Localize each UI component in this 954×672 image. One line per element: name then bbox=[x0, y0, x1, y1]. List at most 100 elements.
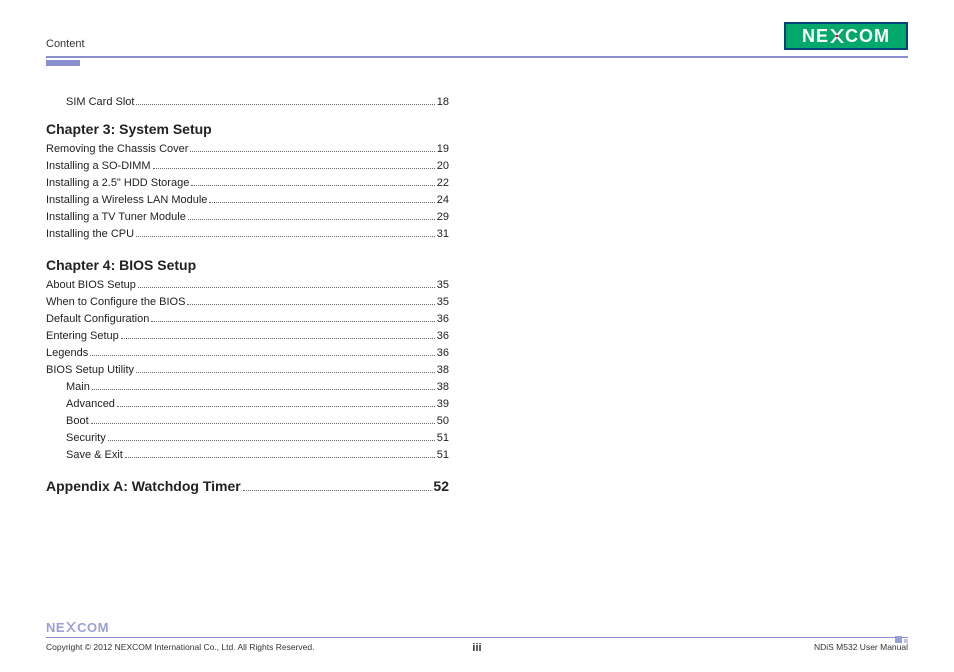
toc-dots bbox=[136, 96, 434, 105]
toc-entry-label: Main bbox=[66, 379, 90, 396]
toc-entry-page: 35 bbox=[437, 294, 449, 311]
toc-entry[interactable]: Advanced 39 bbox=[46, 396, 449, 413]
toc-entry[interactable]: About BIOS Setup 35 bbox=[46, 277, 449, 294]
toc-entry-label: About BIOS Setup bbox=[46, 277, 136, 294]
toc-entry-page: 18 bbox=[437, 94, 449, 111]
accent-bar bbox=[46, 60, 80, 66]
toc-entry[interactable]: Security51 bbox=[46, 430, 449, 447]
toc-entry-page: 20 bbox=[437, 158, 449, 175]
toc-dots bbox=[188, 211, 435, 220]
logo-x-icon bbox=[830, 29, 844, 43]
toc-entry-page: 36 bbox=[437, 345, 449, 362]
toc-entry[interactable]: SIM Card Slot 18 bbox=[46, 94, 449, 111]
toc-dots bbox=[91, 415, 435, 424]
toc-dots bbox=[117, 398, 435, 407]
toc-chapter-heading[interactable]: Chapter 3: System Setup bbox=[46, 121, 449, 137]
toc-dots bbox=[209, 194, 434, 203]
toc-entry-label: Installing the CPU bbox=[46, 226, 134, 243]
toc-dots bbox=[153, 160, 435, 169]
footer-row: Copyright © 2012 NEXCOM International Co… bbox=[46, 642, 908, 652]
toc-entry[interactable]: BIOS Setup Utility 38 bbox=[46, 362, 449, 379]
toc-entry-label: Entering Setup bbox=[46, 328, 119, 345]
toc-entry-label: Legends bbox=[46, 345, 88, 362]
footer-logo-x-icon bbox=[66, 620, 76, 635]
page-footer: NE COM Copyright © 2012 NEXCOM Internati… bbox=[40, 620, 914, 653]
toc-entry[interactable]: Legends 36 bbox=[46, 345, 449, 362]
toc-appendix[interactable]: Appendix A: Watchdog Timer 52 bbox=[46, 478, 449, 494]
logo-left: NE bbox=[802, 26, 829, 47]
toc-entry-page: 31 bbox=[437, 226, 449, 243]
toc-entry-label: When to Configure the BIOS bbox=[46, 294, 185, 311]
toc-entry-page: 39 bbox=[437, 396, 449, 413]
toc-dots bbox=[138, 279, 435, 288]
footer-logo-left: NE bbox=[46, 620, 65, 635]
toc-dots bbox=[108, 432, 435, 441]
header-title: Content bbox=[46, 38, 85, 50]
toc-entry-label: Advanced bbox=[66, 396, 115, 413]
toc-entry-label: Save & Exit bbox=[66, 447, 123, 464]
toc-entry-label: Default Configuration bbox=[46, 311, 149, 328]
toc-entry-label: SIM Card Slot bbox=[66, 94, 134, 111]
toc-dots bbox=[190, 143, 434, 152]
toc-entry-label: Installing a SO-DIMM bbox=[46, 158, 151, 175]
toc-entry[interactable]: Removing the Chassis Cover 19 bbox=[46, 141, 449, 158]
toc-entry-page: 38 bbox=[437, 362, 449, 379]
toc-entry-page: 38 bbox=[437, 379, 449, 396]
toc-entry[interactable]: Installing a 2.5" HDD Storage 22 bbox=[46, 175, 449, 192]
toc-entry[interactable]: Default Configuration 36 bbox=[46, 311, 449, 328]
toc-entry[interactable]: When to Configure the BIOS 35 bbox=[46, 294, 449, 311]
header-rule bbox=[46, 56, 908, 58]
footer-rule bbox=[46, 637, 908, 639]
toc-dots bbox=[136, 228, 435, 237]
toc-entry[interactable]: Save & Exit 51 bbox=[46, 447, 449, 464]
nexcom-logo: NE COM bbox=[784, 22, 908, 50]
toc-entry[interactable]: Entering Setup 36 bbox=[46, 328, 449, 345]
toc-dots bbox=[136, 364, 435, 373]
toc-entry[interactable]: Installing a SO-DIMM 20 bbox=[46, 158, 449, 175]
toc-entry[interactable]: Installing a TV Tuner Module 29 bbox=[46, 209, 449, 226]
footer-doc-title: NDiS M532 User Manual bbox=[814, 642, 908, 652]
toc-entry[interactable]: Main 38 bbox=[46, 379, 449, 396]
toc-entry-page: 19 bbox=[437, 141, 449, 158]
toc-entry-page: 24 bbox=[437, 192, 449, 209]
toc-entry-page: 51 bbox=[437, 430, 449, 447]
footer-logo-right: COM bbox=[77, 620, 109, 635]
footer-copyright: Copyright © 2012 NEXCOM International Co… bbox=[46, 642, 314, 652]
toc-entry-page: 22 bbox=[437, 175, 449, 192]
toc-entry-label: Installing a Wireless LAN Module bbox=[46, 192, 207, 209]
toc-entry-label: Installing a TV Tuner Module bbox=[46, 209, 186, 226]
document-page: Content NE COM SIM Card Slot 18 Chapter 3… bbox=[0, 0, 954, 672]
toc-entry[interactable]: Installing a Wireless LAN Module 24 bbox=[46, 192, 449, 209]
toc-entry-page: 35 bbox=[437, 277, 449, 294]
page-header: Content NE COM bbox=[40, 22, 914, 50]
toc-entry-label: Installing a 2.5" HDD Storage bbox=[46, 175, 189, 192]
footer-logo: NE COM bbox=[46, 620, 908, 635]
toc-entry-page: 29 bbox=[437, 209, 449, 226]
toc-appendix-label: Appendix A: Watchdog Timer bbox=[46, 478, 241, 494]
toc-entry-label: Boot bbox=[66, 413, 89, 430]
toc-entry-page: 51 bbox=[437, 447, 449, 464]
toc-dots bbox=[243, 480, 432, 491]
toc-entry-label: BIOS Setup Utility bbox=[46, 362, 134, 379]
footer-page-number: iii bbox=[472, 642, 481, 654]
toc-column: SIM Card Slot 18 Chapter 3: System Setup R… bbox=[46, 94, 449, 495]
toc-pre-items: SIM Card Slot 18 bbox=[46, 94, 449, 111]
toc-entry-page: 50 bbox=[437, 413, 449, 430]
toc-dots bbox=[121, 330, 435, 339]
toc-chapter-heading[interactable]: Chapter 4: BIOS Setup bbox=[46, 257, 449, 273]
toc-dots bbox=[191, 177, 434, 186]
toc-dots bbox=[92, 381, 435, 390]
toc-entry-page: 36 bbox=[437, 328, 449, 345]
toc-appendix-page: 52 bbox=[433, 478, 449, 494]
logo-text: NE COM bbox=[802, 26, 890, 47]
toc-entry[interactable]: Boot 50 bbox=[46, 413, 449, 430]
toc-chapters: Chapter 3: System Setup Removing the Chas… bbox=[46, 121, 449, 465]
toc-entry-page: 36 bbox=[437, 311, 449, 328]
toc-entry-label: Removing the Chassis Cover bbox=[46, 141, 188, 158]
toc-entry[interactable]: Installing the CPU 31 bbox=[46, 226, 449, 243]
logo-right: COM bbox=[845, 26, 890, 47]
toc-dots bbox=[151, 313, 434, 322]
toc-dots bbox=[90, 347, 435, 356]
toc-dots bbox=[125, 450, 435, 459]
toc-dots bbox=[187, 296, 434, 305]
